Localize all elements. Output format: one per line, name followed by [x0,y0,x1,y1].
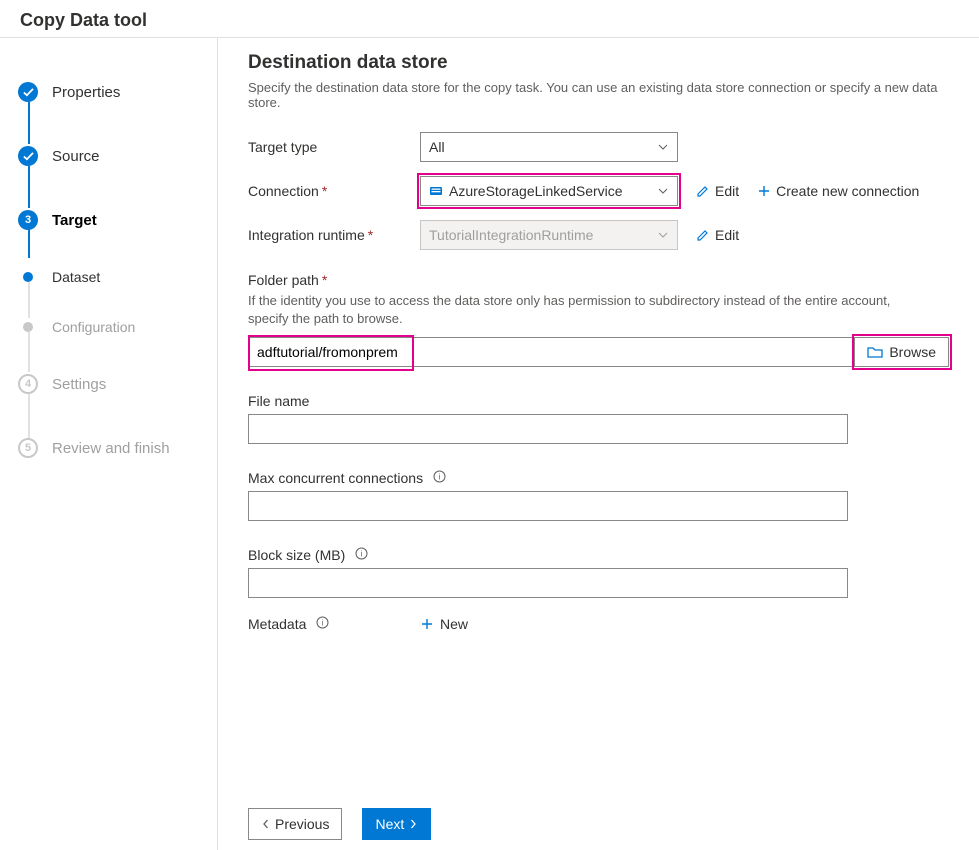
step-connector [28,394,30,440]
checkmark-icon [18,82,38,102]
step-connector [28,332,30,372]
wizard-sidebar: Properties Source 3 Target Dataset Confi… [0,38,218,850]
step-connector [28,166,30,208]
row-folder-path: Browse [248,337,949,367]
max-conn-input[interactable] [248,491,848,521]
dot-icon [23,272,33,282]
edit-connection-button[interactable]: Edit [696,183,739,199]
block-size-input[interactable] [248,568,848,598]
step-label: Target [52,212,97,229]
step-settings[interactable]: 4 Settings [0,352,217,416]
pencil-icon [696,228,710,242]
chevron-down-icon [657,141,669,153]
pencil-icon [696,184,710,198]
step-number-icon: 4 [18,374,38,394]
row-target-type: Target type All [248,132,949,162]
svg-text:i: i [439,473,441,482]
storage-icon [429,184,443,198]
target-type-select[interactable]: All [420,132,678,162]
folder-path-input[interactable] [248,337,855,367]
step-number-icon: 5 [18,438,38,458]
step-configuration[interactable]: Configuration [0,302,217,352]
step-connector [28,228,30,258]
step-label: Source [52,148,100,165]
label-integration-runtime: Integration runtime* [248,227,420,243]
plus-icon [420,617,434,631]
step-label: Dataset [52,269,100,285]
row-metadata: Metadata i New [248,616,949,632]
svg-text:i: i [322,619,324,628]
main-panel: Destination data store Specify the desti… [218,38,979,850]
step-number-icon: 3 [18,210,38,230]
svg-text:i: i [361,550,363,559]
step-dataset[interactable]: Dataset [0,252,217,302]
step-properties[interactable]: Properties [0,60,217,124]
body: Properties Source 3 Target Dataset Confi… [0,38,979,850]
step-source[interactable]: Source [0,124,217,188]
step-review[interactable]: 5 Review and finish [0,416,217,480]
label-target-type: Target type [248,139,420,155]
connection-value: AzureStorageLinkedService [449,183,623,199]
step-label: Properties [52,84,120,101]
chevron-down-icon [657,185,669,197]
connection-select[interactable]: AzureStorageLinkedService [420,176,678,206]
integration-runtime-value: TutorialIntegrationRuntime [429,227,593,243]
label-file-name: File name [248,393,949,409]
dot-icon [23,322,33,332]
edit-runtime-button[interactable]: Edit [696,227,739,243]
info-icon[interactable]: i [433,470,446,483]
step-connector [28,282,30,318]
tool-title: Copy Data tool [0,0,979,38]
label-metadata: Metadata i [248,616,420,632]
file-name-input[interactable] [248,414,848,444]
info-icon[interactable]: i [355,547,368,560]
step-target[interactable]: 3 Target [0,188,217,252]
info-icon[interactable]: i [316,616,329,629]
integration-runtime-select[interactable]: TutorialIntegrationRuntime [420,220,678,250]
chevron-right-icon [408,819,418,829]
chevron-down-icon [657,229,669,241]
chevron-left-icon [261,819,271,829]
row-connection: Connection* AzureStorageLinkedService Ed… [248,176,949,206]
label-max-conn: Max concurrent connections i [248,470,949,486]
browse-button[interactable]: Browse [855,337,949,367]
step-label: Configuration [52,319,135,335]
page-subtitle: Specify the destination data store for t… [248,80,949,110]
create-connection-button[interactable]: Create new connection [757,183,919,199]
add-metadata-button[interactable]: New [420,616,468,632]
plus-icon [757,184,771,198]
help-folder-path: If the identity you use to access the da… [248,292,928,327]
folder-icon [867,345,883,359]
checkmark-icon [18,146,38,166]
step-label: Settings [52,376,106,393]
label-connection: Connection* [248,183,420,199]
target-type-value: All [429,139,445,155]
step-label: Review and finish [52,440,170,457]
previous-button[interactable]: Previous [248,808,342,840]
label-block-size: Block size (MB) i [248,547,949,563]
label-folder-path: Folder path* [248,272,949,288]
row-integration-runtime: Integration runtime* TutorialIntegration… [248,220,949,250]
step-connector [28,102,30,144]
wizard-footer: Previous Next [248,788,949,840]
next-button[interactable]: Next [362,808,431,840]
page-title: Destination data store [248,52,949,74]
